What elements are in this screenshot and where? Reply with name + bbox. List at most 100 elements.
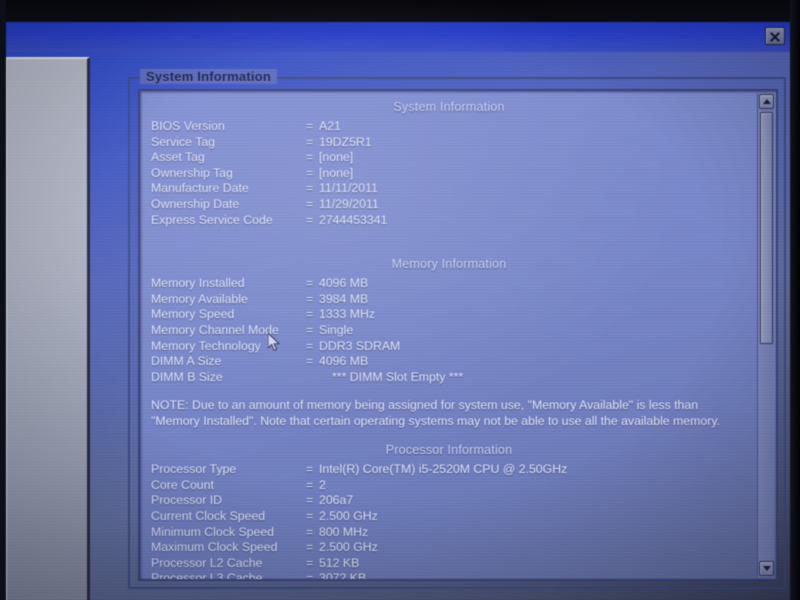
row-equals: =: [306, 462, 314, 477]
row-equals: =: [306, 555, 314, 570]
row-equals: =: [306, 477, 314, 492]
row-value: 11/29/2011: [319, 196, 379, 211]
row-value: 2744453341: [319, 212, 388, 227]
row-label: Asset Tag: [151, 150, 205, 165]
info-row: Asset Tag = [none]: [148, 150, 750, 166]
row-label: Processor L2 Cache: [151, 555, 263, 570]
row-label: Memory Channel Mode: [151, 322, 279, 337]
row-label: Core Count: [151, 477, 214, 492]
row-value: [none]: [319, 150, 354, 165]
info-row: Ownership Tag = [none]: [148, 166, 750, 182]
row-equals: =: [306, 307, 314, 322]
system-information-content: System Information System Information BI…: [110, 57, 794, 600]
row-equals: =: [306, 493, 314, 508]
info-row: Current Clock Speed = 2.500 GHz: [148, 509, 750, 525]
info-row: Processor L3 Cache = 3072 KB: [148, 571, 750, 581]
info-row: Memory Technology = DDR3 SDRAM: [148, 339, 750, 355]
row-label: Processor Type: [151, 462, 237, 477]
row-value: 3984 MB: [319, 291, 369, 306]
info-row: Processor ID = 206a7: [148, 493, 750, 509]
info-row: Express Service Code = 2744453341: [148, 213, 750, 229]
row-equals: =: [306, 338, 314, 353]
info-row: Memory Speed = 1333 MHz: [148, 307, 750, 323]
scroll-down-arrow-icon[interactable]: [759, 561, 774, 576]
row-label: Manufacture Date: [151, 181, 249, 196]
row-equals: =: [306, 119, 314, 133]
display-bezel-right: [790, 0, 800, 600]
scrollbar-thumb[interactable]: [760, 112, 773, 344]
info-row: Manufacture Date = 11/11/2011: [148, 181, 750, 197]
scroll-up-arrow-icon[interactable]: [759, 94, 774, 109]
row-label: Memory Speed: [151, 307, 235, 322]
row-equals: =: [306, 276, 314, 291]
row-value: 4096 MB: [319, 354, 369, 369]
row-equals: =: [306, 354, 314, 369]
bios-left-menu-panel[interactable]: [6, 57, 90, 600]
row-label: Processor L3 Cache: [151, 571, 263, 581]
row-value: *** DIMM Slot Empty ***: [332, 369, 464, 384]
row-value: A21: [319, 119, 341, 133]
vertical-scrollbar[interactable]: [757, 93, 774, 577]
row-label: Memory Available: [151, 291, 248, 306]
window-title-bar: [6, 22, 794, 52]
row-label: Ownership Tag: [151, 165, 233, 180]
row-label: BIOS Version: [151, 119, 225, 133]
row-value: 11/11/2011: [319, 181, 378, 196]
note-spacer: [148, 385, 750, 398]
row-label: Service Tag: [151, 134, 216, 149]
row-label: Ownership Date: [151, 196, 240, 211]
chevron-down-icon: [763, 566, 771, 571]
row-value: 1333 MHz: [319, 307, 376, 322]
row-value: DDR3 SDRAM: [319, 338, 401, 353]
row-equals: =: [306, 508, 314, 523]
row-value: 2: [319, 477, 326, 492]
section-heading-memory: Memory Information: [391, 257, 507, 272]
row-equals: =: [306, 322, 314, 337]
close-icon[interactable]: [765, 27, 785, 45]
row-equals: =: [306, 134, 314, 149]
info-row: Core Count = 2: [148, 478, 750, 494]
row-equals: =: [306, 291, 314, 306]
info-row: Minimum Clock Speed = 800 MHz: [148, 525, 750, 541]
row-label: Memory Technology: [151, 338, 261, 353]
row-equals: =: [306, 524, 314, 539]
information-listbox-content: System Information BIOS Version = A21 Se…: [140, 91, 758, 579]
section-heading-system: System Information: [393, 100, 505, 114]
row-value: 512 KB: [319, 555, 360, 570]
row-value: Intel(R) Core(TM) i5-2520M CPU @ 2.50GHz: [319, 462, 568, 477]
row-label: Maximum Clock Speed: [151, 540, 278, 555]
row-equals: =: [306, 540, 314, 555]
info-row: Processor Type = Intel(R) Core(TM) i5-25…: [148, 462, 750, 478]
row-equals: =: [306, 212, 314, 227]
information-listbox[interactable]: System Information BIOS Version = A21 Se…: [138, 89, 778, 581]
groupbox-title: System Information: [140, 69, 277, 84]
row-equals: =: [306, 196, 314, 211]
info-row: Maximum Clock Speed = 2.500 GHz: [148, 540, 750, 556]
row-label: Express Service Code: [151, 212, 273, 227]
row-label: Memory Installed: [151, 276, 245, 291]
chevron-up-icon: [763, 99, 771, 104]
row-label: DIMM B Size: [151, 369, 223, 384]
info-row: Memory Available = 3984 MB: [148, 292, 750, 308]
info-row: Processor L2 Cache = 512 KB: [148, 556, 750, 572]
info-row: BIOS Version = A21: [148, 119, 750, 135]
system-information-groupbox: System Information System Information BI…: [128, 69, 786, 589]
row-value: 800 MHz: [319, 524, 369, 539]
info-row: Ownership Date = 11/29/2011: [148, 197, 750, 213]
display-bezel-left: [0, 0, 6, 600]
bios-screen-photo: System Information System Information BI…: [0, 0, 800, 600]
row-equals: =: [306, 165, 314, 180]
row-label: Minimum Clock Speed: [151, 524, 275, 539]
section-heading-processor: Processor Information: [385, 443, 513, 458]
row-label: Current Clock Speed: [151, 508, 266, 523]
row-value: 3072 KB: [319, 571, 367, 581]
row-value: 206a7: [319, 493, 354, 508]
row-value: [none]: [319, 165, 354, 180]
info-row: DIMM A Size = 4096 MB: [148, 354, 750, 370]
info-row: DIMM B Size *** DIMM Slot Empty ***: [148, 370, 750, 386]
info-row: Memory Channel Mode = Single: [148, 323, 750, 339]
row-equals: =: [306, 571, 314, 581]
info-row: Memory Installed = 4096 MB: [148, 276, 750, 292]
info-row: Service Tag = 19DZ5R1: [148, 135, 750, 151]
